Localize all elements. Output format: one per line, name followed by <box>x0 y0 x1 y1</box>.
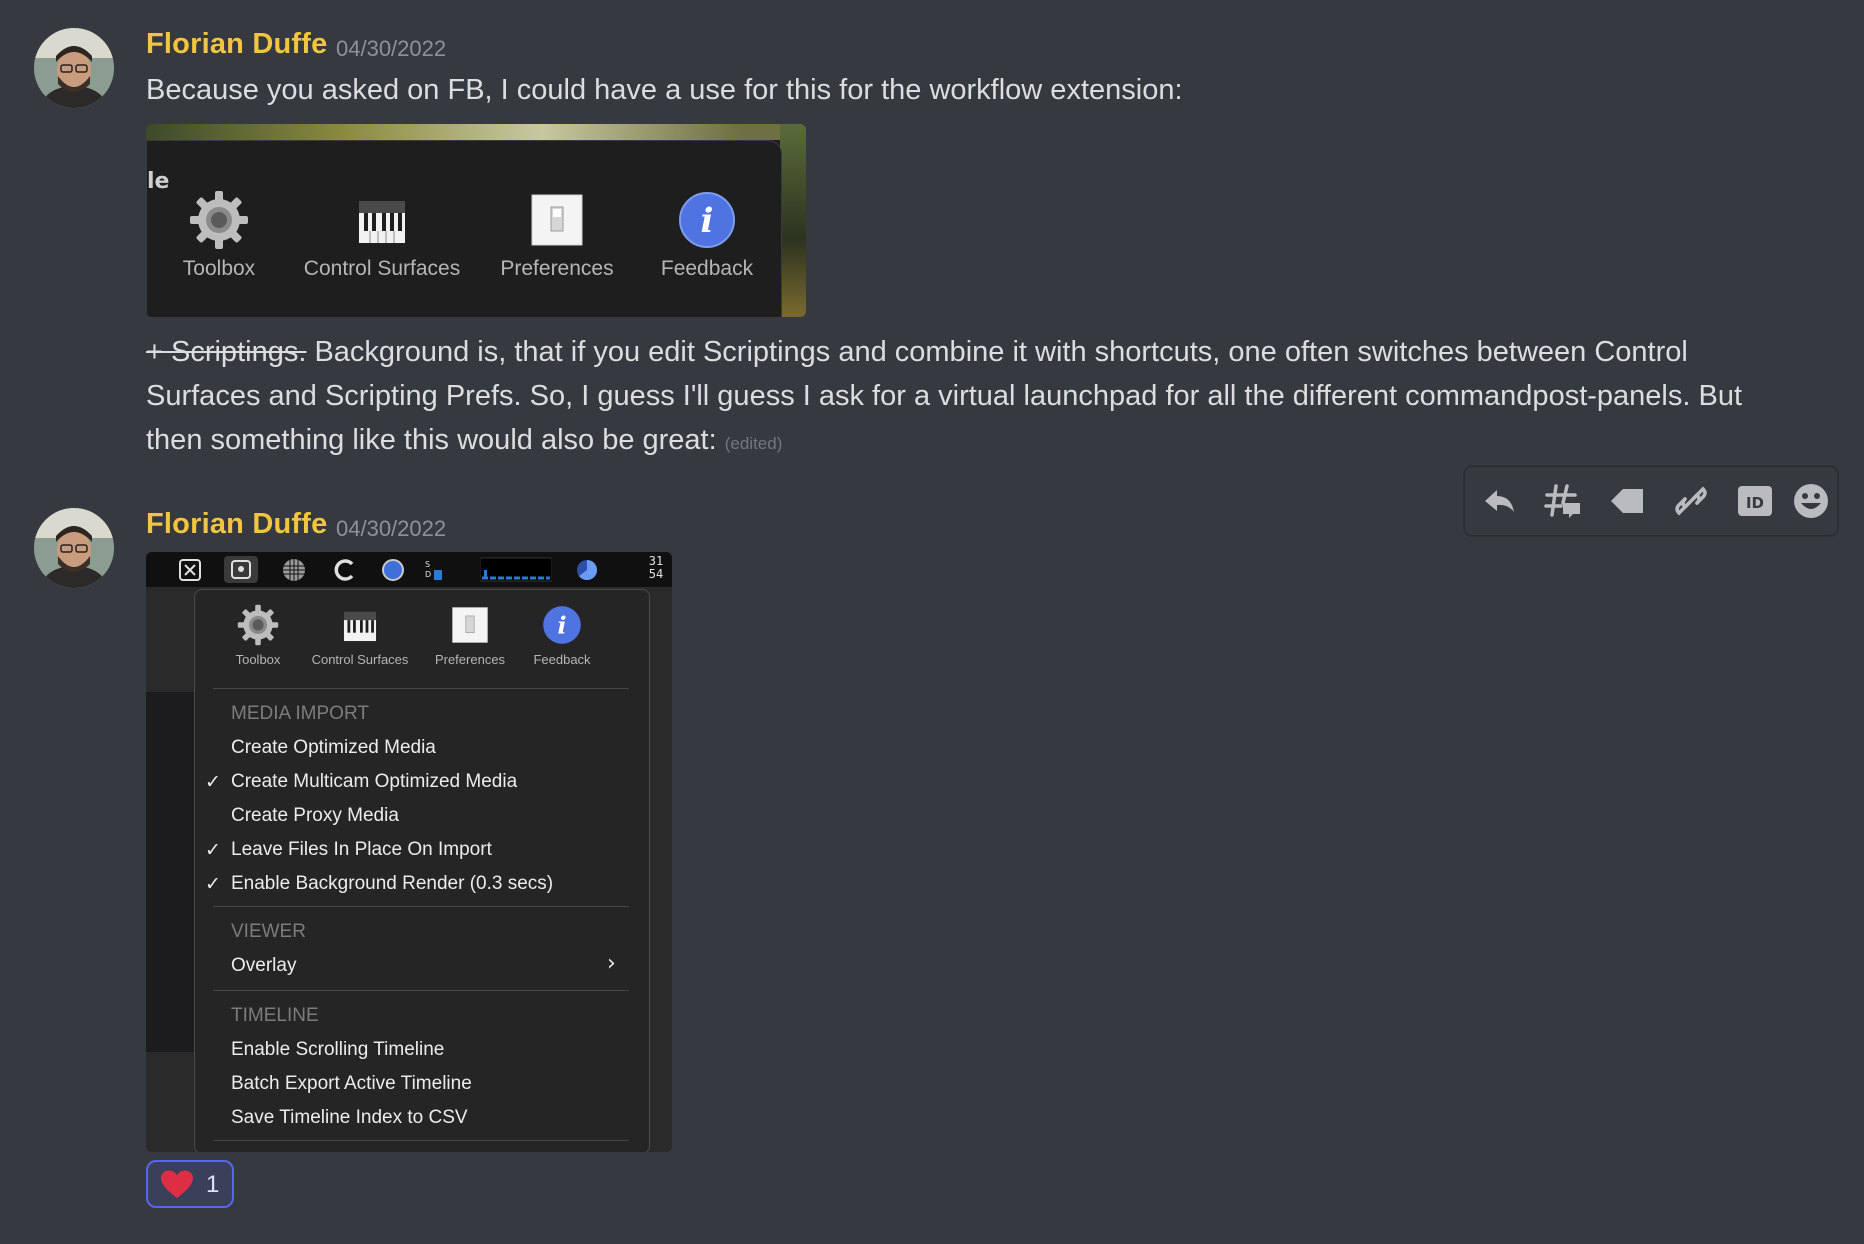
gear-icon <box>190 191 248 249</box>
message-text-line: then something like this would also be g… <box>146 424 717 456</box>
menu-separator <box>213 906 629 907</box>
menu-section-header: VIEWER <box>231 921 306 942</box>
pie-icon <box>574 556 600 583</box>
avatar[interactable] <box>34 508 114 588</box>
reaction-button[interactable]: 1 <box>146 1160 234 1208</box>
preferences-panel: le Toolbox Control Surfaces Preferences … <box>146 140 782 317</box>
strikethrough-text: + Scriptings. <box>146 336 307 368</box>
message-body: + Scriptings. Background is, that if you… <box>146 330 1806 466</box>
toolbar-preferences[interactable]: Preferences <box>425 602 515 667</box>
message-text-line: Background is, that if you edit Scriptin… <box>306 336 1688 368</box>
checkmark-icon: ✓ <box>205 839 221 861</box>
chevron-right-icon: › <box>607 951 616 976</box>
svg-text:D: D <box>425 570 431 579</box>
switch-icon <box>452 607 488 643</box>
svg-text:i: i <box>701 201 714 241</box>
commandpost-icon <box>224 556 258 583</box>
reaction-count: 1 <box>206 1171 220 1198</box>
toolbar-toolbox[interactable]: Toolbox <box>223 602 293 667</box>
toolbar-control-surfaces: Control Surfaces <box>291 187 473 281</box>
background-window <box>648 692 672 1152</box>
app-icon <box>176 556 204 583</box>
toolbar-label: Preferences <box>500 257 614 280</box>
menu-item[interactable]: Batch Export Active Timeline <box>231 1073 472 1095</box>
menu-item[interactable]: Enable Background Render (0.3 secs) <box>231 873 553 895</box>
activity-graph-icon <box>479 556 553 583</box>
switch-icon <box>531 194 583 246</box>
piano-icon <box>343 611 377 642</box>
menu-item[interactable]: Enable Scrolling Timeline <box>231 1039 444 1061</box>
menu-item[interactable]: Create Multicam Optimized Media <box>231 771 517 793</box>
checkmark-icon: ✓ <box>205 771 221 793</box>
menu-separator <box>213 1140 629 1141</box>
toolbar-preferences: Preferences <box>493 187 621 281</box>
menubar: SD 31 54 <box>146 552 672 587</box>
toolbar-label: Toolbox <box>235 652 281 667</box>
background-window <box>146 692 194 1052</box>
message-text-line: Because you asked on FB, I could have a … <box>146 74 1183 106</box>
menu-item[interactable]: Save Timeline Index to CSV <box>231 1107 468 1129</box>
dropdown-menu: Toolbox Control Surfaces Preferences i F… <box>194 589 650 1152</box>
avatar[interactable] <box>34 28 114 108</box>
timestamp[interactable]: 04/30/2022 <box>336 516 446 542</box>
c-icon <box>332 556 358 583</box>
heart-icon <box>161 1170 193 1198</box>
gear-icon <box>237 604 279 646</box>
toolbar-toolbox: Toolbox <box>177 187 261 281</box>
toolbar-feedback[interactable]: i Feedback <box>521 602 603 667</box>
piano-icon <box>359 201 405 243</box>
info-icon: i <box>543 606 581 644</box>
attachment-image[interactable]: SD 31 54 Toolbox Control Surfaces Prefer… <box>146 552 672 1152</box>
disk-usage-icon: SD <box>424 556 446 583</box>
menu-separator <box>213 688 629 689</box>
image-background <box>780 124 806 317</box>
menu-section-header: TIMELINE <box>231 1005 319 1026</box>
menu-item[interactable]: Leave Files In Place On Import <box>231 839 492 861</box>
grid-icon <box>280 556 308 583</box>
toolbar-label: Control Surfaces <box>303 257 461 280</box>
menu-separator <box>213 990 629 991</box>
toolbar-control-surfaces[interactable]: Control Surfaces <box>299 602 421 667</box>
author-name[interactable]: Florian Duffe <box>146 28 327 61</box>
info-icon: i <box>679 192 735 248</box>
message-1: Florian Duffe 04/30/2022 Because you ask… <box>0 0 1864 470</box>
image-background <box>146 124 806 140</box>
menu-item[interactable]: Create Proxy Media <box>231 805 399 827</box>
toolbar-label: Toolbox <box>182 257 256 280</box>
clock-line: 54 <box>648 567 664 581</box>
menu-item[interactable]: Overlay <box>231 955 296 977</box>
timestamp[interactable]: 04/30/2022 <box>336 36 446 62</box>
svg-text:S: S <box>425 560 430 569</box>
menu-item[interactable]: Create Optimized Media <box>231 737 436 759</box>
edited-label: (edited) <box>724 434 783 453</box>
toolbar-feedback: i Feedback <box>647 187 767 281</box>
clock-readout: 31 54 <box>644 555 668 582</box>
toolbar-label: Control Surfaces <box>311 652 409 667</box>
circle-icon <box>380 556 406 583</box>
panel-title-fragment: le <box>147 169 170 194</box>
attachment-image[interactable]: le Toolbox Control Surfaces Preferences … <box>146 124 806 317</box>
message-text-line: Surfaces and Scripting Prefs. So, I gues… <box>146 380 1743 412</box>
toolbar-label: Feedback <box>660 257 754 280</box>
toolbar-label: Preferences <box>434 652 506 667</box>
author-name[interactable]: Florian Duffe <box>146 508 327 541</box>
svg-text:i: i <box>558 611 567 639</box>
checkmark-icon: ✓ <box>205 873 221 895</box>
toolbar-label: Feedback <box>533 652 591 667</box>
menu-section-header: MEDIA IMPORT <box>231 703 369 724</box>
